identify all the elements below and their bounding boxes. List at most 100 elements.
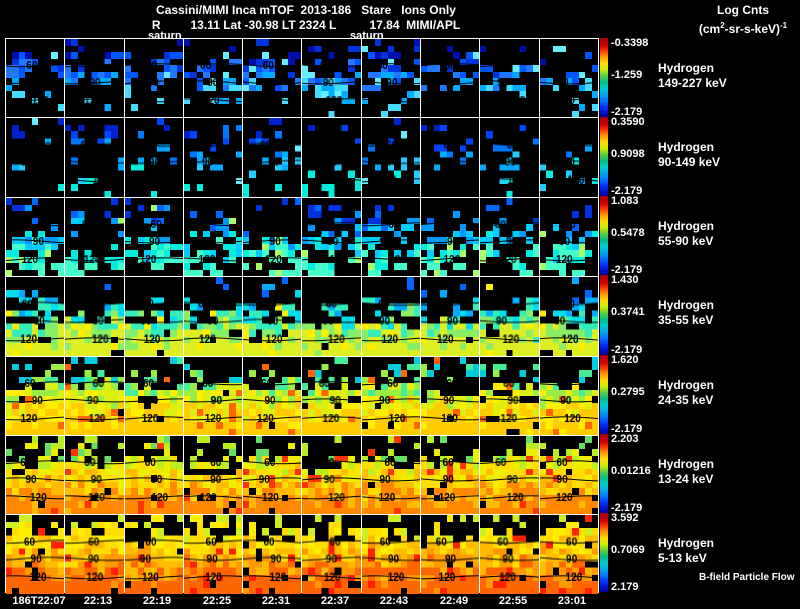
stare-panel (243, 515, 302, 594)
colorbar-tick-mid: 0.01216 (611, 465, 651, 477)
colorbar-tick-mid: 0.3741 (611, 306, 645, 318)
stare-panel (302, 118, 361, 197)
stare-panel (302, 39, 361, 118)
energy-species-label: Hydrogen (658, 61, 715, 75)
stare-panel (6, 39, 65, 118)
stare-panel (183, 39, 243, 118)
time-tick-label: 22:13 (83, 595, 113, 607)
stare-panel (361, 356, 421, 436)
stare-panel (124, 197, 183, 277)
stare-panel (421, 118, 480, 197)
stare-panel (243, 277, 302, 356)
stare-panel (302, 515, 361, 594)
energy-band-label: 55-90 keV (658, 234, 714, 248)
time-tick-label: 22:19 (142, 595, 172, 607)
stare-panel (361, 197, 421, 277)
stare-panel (124, 118, 183, 197)
stare-panel (124, 436, 183, 515)
colorbar-tick-top: 2.203 (611, 433, 639, 445)
stare-panel (183, 197, 243, 277)
colorbar (600, 117, 608, 196)
time-tick-label: 22:43 (379, 595, 409, 607)
energy-species-label: Hydrogen (658, 140, 715, 154)
stare-panel (65, 436, 124, 515)
stare-panel (124, 277, 183, 356)
units-part: -sr-s-keV) (724, 22, 781, 36)
stare-panel (124, 515, 183, 594)
stare-panel (6, 118, 65, 197)
units-sup-neg1: -1 (780, 21, 788, 30)
stare-panel (183, 277, 243, 356)
stare-panel (65, 515, 124, 594)
stare-panel (124, 39, 183, 118)
colorbar-tick-mid: 0.7069 (611, 544, 645, 556)
colorbar-tick-mid: -1.259 (611, 69, 643, 81)
log-cnts-label: Log Cnts (717, 3, 769, 17)
stare-panel (302, 197, 361, 277)
stare-panel (480, 39, 539, 118)
colorbar (600, 434, 608, 513)
stare-panel (361, 118, 421, 197)
saturn-direction-marker: saturn (148, 30, 182, 42)
stare-panel (539, 356, 598, 436)
stare-panel (480, 436, 539, 515)
colorbar-tick-mid: 0.9098 (611, 148, 645, 160)
stare-panel (243, 197, 302, 277)
stare-panel (6, 436, 65, 515)
energy-band-label: 149-227 keV (658, 76, 727, 90)
colorbar (600, 38, 608, 117)
energy-species-label: Hydrogen (658, 298, 715, 312)
stare-panel (361, 39, 421, 118)
bfield-particle-flow-label: B-field Particle Flow (699, 572, 795, 583)
energy-band-label: 24-35 keV (658, 393, 714, 407)
energy-species-label: Hydrogen (658, 536, 715, 550)
colorbar-tick-mid: 0.5478 (611, 227, 645, 239)
stare-panel (421, 197, 480, 277)
energy-band-label: 5-13 keV (658, 551, 707, 565)
stare-panel (65, 356, 124, 436)
stare-panel (421, 356, 480, 436)
plot-subtitle: R 13.11 Lat -30.98 LT 2324 L 17.84 MIMI/… (151, 18, 461, 32)
energy-species-label: Hydrogen (658, 219, 715, 233)
colorbar-tick-top: -0.3398 (611, 37, 649, 49)
colorbar-tick-mid: 0.2795 (611, 386, 645, 398)
stare-panel (361, 515, 421, 594)
inca-stare-display: Cassini/MIMI Inca mTOF 2013-186 Stare Io… (0, 0, 800, 609)
stare-panel (124, 356, 183, 436)
time-tick-label: 22:31 (261, 595, 291, 607)
colorbar-tick-bottom: 2.179 (611, 581, 639, 593)
stare-panel (243, 39, 302, 118)
units-part: (cm (698, 22, 721, 36)
stare-panel (302, 436, 361, 515)
stare-panel (421, 515, 480, 594)
energy-band-label: 35-55 keV (658, 313, 714, 327)
energy-band-label: 13-24 keV (658, 472, 714, 486)
colorbar (600, 275, 608, 355)
stare-panel-grid (5, 38, 599, 594)
energy-band-label: 90-149 keV (658, 155, 721, 169)
stare-panel (302, 277, 361, 356)
time-tick-label: 22:49 (439, 595, 469, 607)
colorbar-tick-top: 0.3590 (611, 116, 645, 128)
stare-panel (480, 197, 539, 277)
stare-panel (243, 436, 302, 515)
colorbar (600, 196, 608, 275)
stare-panel (539, 436, 598, 515)
stare-panel (65, 277, 124, 356)
time-tick-label: 23:01 (557, 595, 587, 607)
stare-panel (480, 277, 539, 356)
stare-panel (183, 436, 243, 515)
stare-panel (480, 356, 539, 436)
stare-panel (243, 356, 302, 436)
stare-panel (183, 356, 243, 436)
energy-species-label: Hydrogen (658, 457, 715, 471)
colorbar-tick-top: 1.430 (611, 274, 639, 286)
time-tick-label: 186T22:07 (12, 595, 66, 607)
stare-panel (65, 118, 124, 197)
stare-panel (6, 197, 65, 277)
stare-panel (539, 197, 598, 277)
time-tick-label: 22:37 (320, 595, 350, 607)
stare-panel (6, 515, 65, 594)
stare-panel (421, 39, 480, 118)
stare-panel (183, 515, 243, 594)
